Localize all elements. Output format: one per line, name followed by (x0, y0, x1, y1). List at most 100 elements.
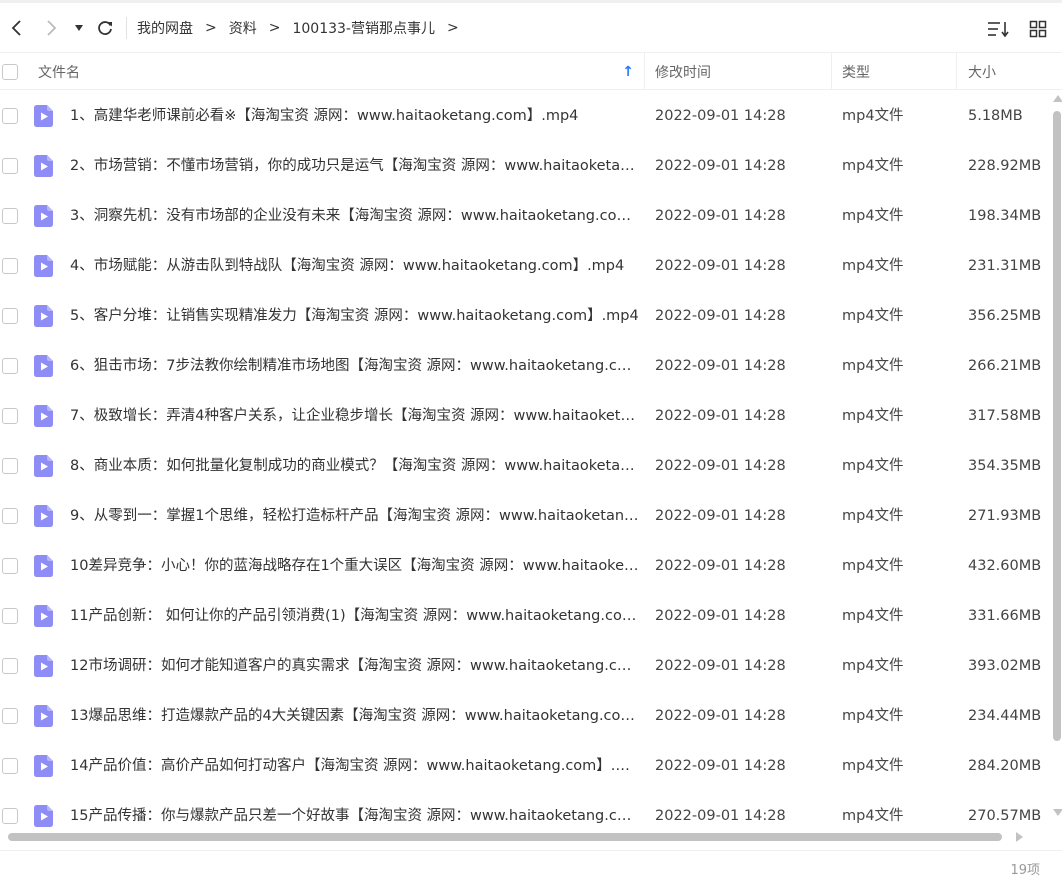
file-name[interactable]: 4、市场赋能：从游击队到特战队【海淘宝资 源网：www.haitaoketang… (70, 241, 640, 291)
video-file-icon (34, 805, 53, 827)
select-all-checkbox[interactable] (2, 63, 18, 80)
row-checkbox[interactable] (2, 158, 18, 174)
file-name[interactable]: 13爆品思维：打造爆款产品的4大关键因素【海淘宝资 源网：www.haitaok… (70, 691, 640, 741)
file-modified-time: 2022-09-01 14:28 (655, 208, 786, 224)
file-row[interactable]: 4、市场赋能：从游击队到特战队【海淘宝资 源网：www.haitaoketang… (0, 241, 1050, 291)
row-checkbox[interactable] (2, 758, 18, 774)
file-row[interactable]: 3、洞察先机：没有市场部的企业没有未来【海淘宝资 源网：www.haitaoke… (0, 191, 1050, 241)
video-file-icon (34, 755, 53, 777)
column-divider[interactable] (956, 53, 957, 90)
breadcrumb: 我的网盘 > 资料 > 100133-营销那点事儿 > (137, 18, 471, 38)
vertical-scrollbar-thumb[interactable] (1053, 111, 1061, 741)
column-header-type-label: 类型 (842, 64, 870, 81)
file-name[interactable]: 9、从零到一：掌握1个思维，轻松打造标杆产品【海淘宝资 源网：www.haita… (70, 491, 640, 541)
row-checkbox[interactable] (2, 408, 18, 424)
status-bar: 19项 (0, 850, 1062, 883)
sort-button[interactable] (986, 17, 1010, 41)
row-checkbox[interactable] (2, 258, 18, 274)
breadcrumb-item-current[interactable]: 100133-营销那点事儿 (292, 18, 435, 38)
video-file-icon (34, 205, 53, 227)
file-size: 432.60MB (968, 558, 1042, 574)
horizontal-scrollbar-thumb[interactable] (8, 833, 1002, 841)
file-modified-time: 2022-09-01 14:28 (655, 558, 786, 574)
file-name[interactable]: 3、洞察先机：没有市场部的企业没有未来【海淘宝资 源网：www.haitaoke… (70, 191, 640, 241)
select-all-checkbox-cell[interactable] (2, 53, 18, 90)
scroll-up-arrow-icon[interactable] (1053, 95, 1062, 102)
column-divider[interactable] (644, 53, 645, 90)
file-row[interactable]: 11产品创新： 如何让你的产品引领消费(1)【海淘宝资 源网：www.haita… (0, 591, 1050, 641)
breadcrumb-item-folder[interactable]: 资料 (229, 18, 257, 38)
row-checkbox[interactable] (2, 808, 18, 824)
file-row[interactable]: 8、商业本质：如何批量化复制成功的商业模式？【海淘宝资 源网：www.haita… (0, 441, 1050, 491)
file-row[interactable]: 12市场调研：如何才能知道客户的真实需求【海淘宝资 源网：www.haitaok… (0, 641, 1050, 691)
file-name[interactable]: 15产品传播：你与爆款产品只差一个好故事【海淘宝资 源网：www.haitaok… (70, 791, 640, 829)
column-divider[interactable] (831, 53, 832, 90)
forward-button[interactable] (34, 11, 68, 45)
file-row[interactable]: 9、从零到一：掌握1个思维，轻松打造标杆产品【海淘宝资 源网：www.haita… (0, 491, 1050, 541)
row-checkbox[interactable] (2, 608, 18, 624)
file-name[interactable]: 1、高建华老师课前必看※【海淘宝资 源网：www.haitaoketang.co… (70, 91, 640, 141)
file-row[interactable]: 10差异竞争：小心！你的蓝海战略存在1个重大误区【海淘宝资 源网：www.hai… (0, 541, 1050, 591)
row-checkbox[interactable] (2, 658, 18, 674)
file-name[interactable]: 7、极致增长：弄清4种客户关系，让企业稳步增长【海淘宝资 源网：www.hait… (70, 391, 640, 441)
row-checkbox[interactable] (2, 108, 18, 124)
video-file-icon (34, 155, 53, 177)
scroll-down-arrow-icon[interactable] (1053, 809, 1062, 816)
file-size: 270.57MB (968, 808, 1042, 824)
history-dropdown-button[interactable] (68, 11, 90, 45)
sort-ascending-icon[interactable]: ↑ (622, 64, 634, 80)
file-row[interactable]: 14产品价值：高价产品如何打动客户【海淘宝资 源网：www.haitaoketa… (0, 741, 1050, 791)
video-file-icon (34, 255, 53, 277)
file-name[interactable]: 6、狙击市场：7步法教你绘制精准市场地图【海淘宝资 源网：www.haitaok… (70, 341, 640, 391)
file-list-header: 文件名 ↑ 修改时间 类型 大小 (0, 52, 1062, 90)
file-type: mp4文件 (842, 158, 904, 174)
file-name[interactable]: 12市场调研：如何才能知道客户的真实需求【海淘宝资 源网：www.haitaok… (70, 641, 640, 691)
file-name[interactable]: 14产品价值：高价产品如何打动客户【海淘宝资 源网：www.haitaoketa… (70, 741, 640, 791)
column-header-name[interactable]: 文件名 ↑ (38, 53, 638, 90)
file-modified-time: 2022-09-01 14:28 (655, 158, 786, 174)
file-row[interactable]: 7、极致增长：弄清4种客户关系，让企业稳步增长【海淘宝资 源网：www.hait… (0, 391, 1050, 441)
column-header-modified[interactable]: 修改时间 (655, 53, 711, 90)
file-row[interactable]: 5、客户分堆：让销售实现精准发力【海淘宝资 源网：www.haitaoketan… (0, 291, 1050, 341)
column-header-size[interactable]: 大小 (968, 53, 996, 90)
row-checkbox[interactable] (2, 508, 18, 524)
file-name[interactable]: 5、客户分堆：让销售实现精准发力【海淘宝资 源网：www.haitaoketan… (70, 291, 640, 341)
file-row[interactable]: 6、狙击市场：7步法教你绘制精准市场地图【海淘宝资 源网：www.haitaok… (0, 341, 1050, 391)
row-checkbox[interactable] (2, 708, 18, 724)
file-name[interactable]: 8、商业本质：如何批量化复制成功的商业模式？【海淘宝资 源网：www.haita… (70, 441, 640, 491)
file-type: mp4文件 (842, 708, 904, 724)
file-row[interactable]: 1、高建华老师课前必看※【海淘宝资 源网：www.haitaoketang.co… (0, 91, 1050, 141)
row-checkbox[interactable] (2, 308, 18, 324)
video-file-icon (34, 355, 53, 377)
item-count: 19项 (1010, 863, 1040, 878)
row-checkbox[interactable] (2, 558, 18, 574)
video-file-icon (34, 605, 53, 627)
file-row[interactable]: 15产品传播：你与爆款产品只差一个好故事【海淘宝资 源网：www.haitaok… (0, 791, 1050, 829)
file-type: mp4文件 (842, 308, 904, 324)
breadcrumb-dropdown[interactable]: > (447, 20, 459, 36)
column-header-type[interactable]: 类型 (842, 53, 870, 90)
file-name[interactable]: 10差异竞争：小心！你的蓝海战略存在1个重大误区【海淘宝资 源网：www.hai… (70, 541, 640, 591)
file-modified-time: 2022-09-01 14:28 (655, 458, 786, 474)
refresh-button[interactable] (90, 11, 120, 45)
file-type: mp4文件 (842, 258, 904, 274)
back-button[interactable] (0, 11, 34, 45)
vertical-scrollbar[interactable] (1051, 91, 1062, 829)
file-name[interactable]: 11产品创新： 如何让你的产品引领消费(1)【海淘宝资 源网：www.haita… (70, 591, 640, 641)
file-row[interactable]: 2、市场营销：不懂市场营销，你的成功只是运气【海淘宝资 源网：www.haita… (0, 141, 1050, 191)
chevron-right-icon (47, 19, 57, 36)
video-file-icon (34, 705, 53, 727)
row-checkbox[interactable] (2, 458, 18, 474)
row-checkbox[interactable] (2, 208, 18, 224)
view-mode-button[interactable] (1026, 17, 1050, 41)
file-row[interactable]: 13爆品思维：打造爆款产品的4大关键因素【海淘宝资 源网：www.haitaok… (0, 691, 1050, 741)
scroll-right-arrow-icon[interactable] (1016, 832, 1023, 842)
file-type: mp4文件 (842, 108, 904, 124)
breadcrumb-item-root[interactable]: 我的网盘 (137, 18, 193, 38)
file-name[interactable]: 2、市场营销：不懂市场营销，你的成功只是运气【海淘宝资 源网：www.haita… (70, 141, 640, 191)
horizontal-scrollbar[interactable] (0, 829, 1050, 845)
row-checkbox[interactable] (2, 358, 18, 374)
file-modified-time: 2022-09-01 14:28 (655, 658, 786, 674)
caret-down-icon (75, 24, 83, 31)
file-size: 228.92MB (968, 158, 1042, 174)
